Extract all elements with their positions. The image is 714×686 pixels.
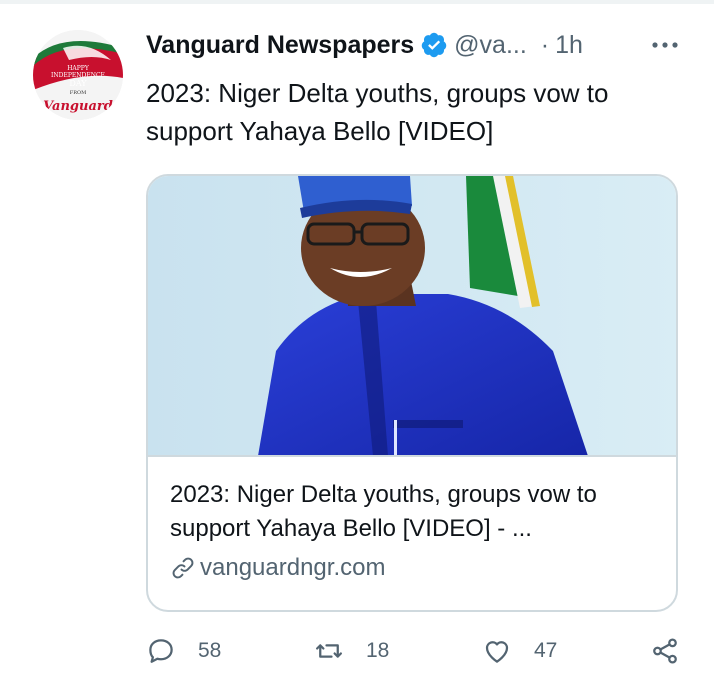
share-icon [653,638,677,664]
top-divider [0,0,714,4]
svg-text:DAY: DAY [69,79,87,88]
separator-dot: · [540,30,550,59]
timestamp[interactable]: 1h [555,31,583,60]
svg-text:INDEPENDENCE: INDEPENDENCE [51,72,105,79]
retweet-action[interactable]: 18 [314,636,389,666]
card-image[interactable] [148,176,678,456]
avatar-logo-image: HAPPY INDEPENDENCE DAY FROM Vanguard [33,30,123,120]
link-card[interactable]: 2023: Niger Delta youths, groups vow to … [146,174,678,612]
svg-text:Vanguard: Vanguard [43,99,113,114]
svg-text:HAPPY: HAPPY [67,65,90,72]
more-options-icon[interactable] [650,36,680,54]
card-title[interactable]: 2023: Niger Delta youths, groups vow to … [170,478,660,546]
tweet-actions: 58 18 47 [146,636,686,672]
heart-icon [485,641,509,663]
like-action[interactable]: 47 [482,636,557,666]
avatar[interactable]: HAPPY INDEPENDENCE DAY FROM Vanguard [33,30,123,120]
retweet-count: 18 [366,639,390,662]
author-name[interactable]: Vanguard Newspapers [146,31,414,60]
card-domain-row[interactable]: vanguardngr.com [170,554,385,582]
tweet-text: 2023: Niger Delta youths, groups vow to … [146,78,609,146]
share-action[interactable] [650,636,702,666]
reply-action[interactable]: 58 [146,636,221,666]
retweet-icon [316,644,342,658]
reply-icon [149,639,173,663]
reply-count: 58 [198,639,222,662]
tweet-header: Vanguard Newspapers @va... · 1h [146,28,583,62]
card-domain: vanguardngr.com [200,554,386,581]
like-count: 47 [534,639,558,662]
card-divider [148,455,676,457]
svg-text:FROM: FROM [70,90,86,96]
author-handle[interactable]: @va... [454,31,527,60]
verified-badge-icon [421,32,447,58]
link-icon [172,557,194,579]
